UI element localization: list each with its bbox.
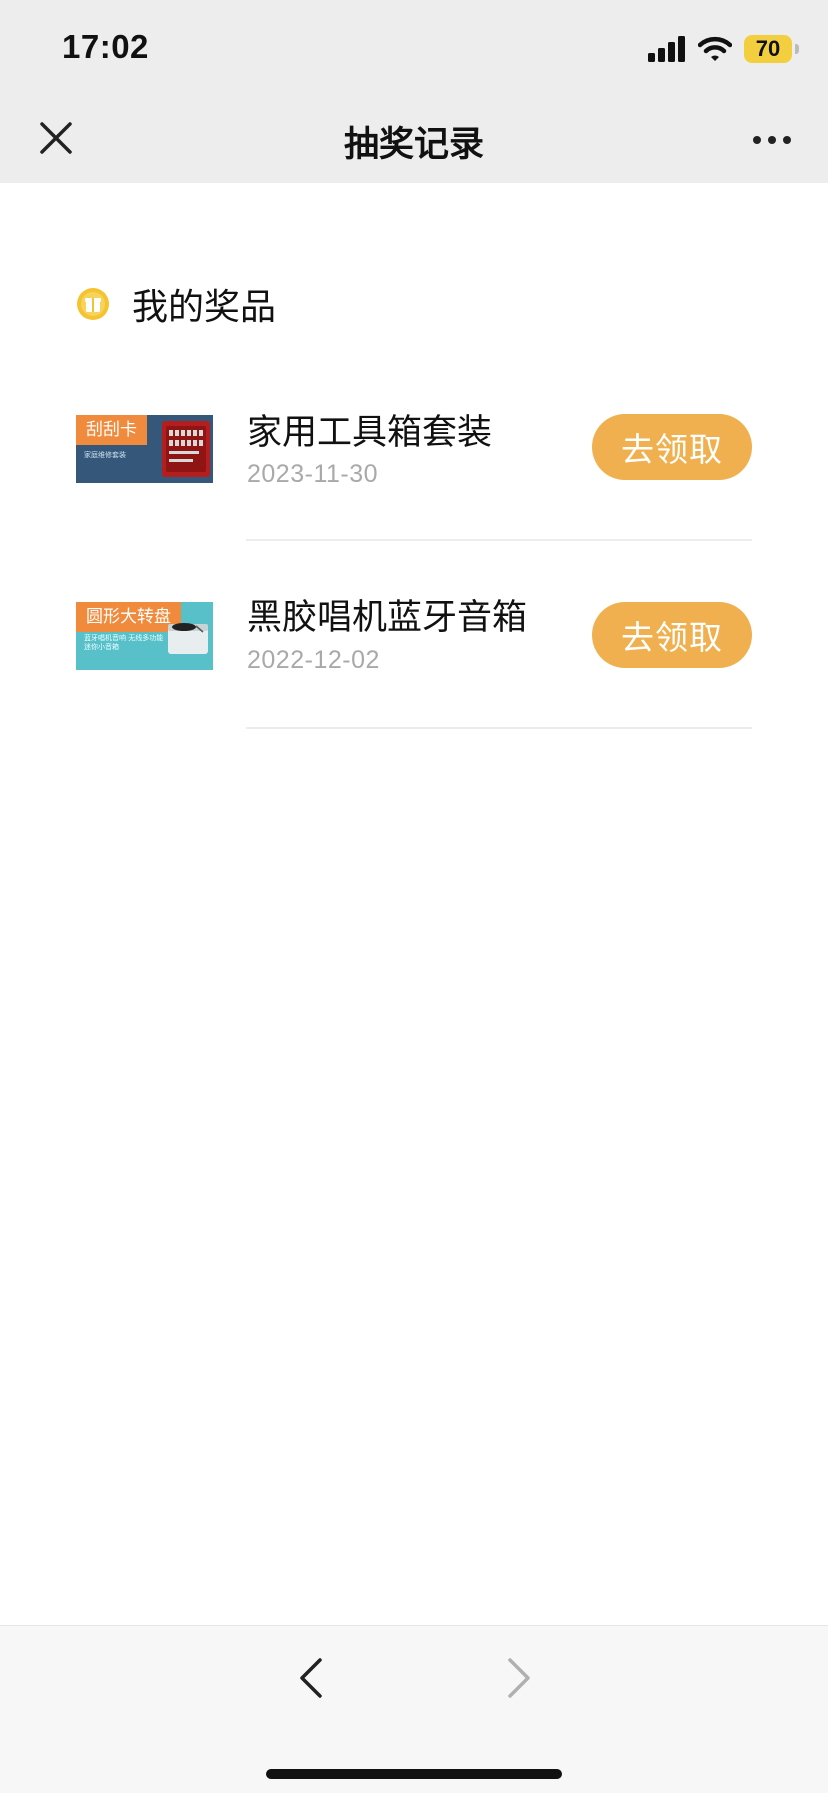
claim-button[interactable]: 去领取	[592, 602, 752, 668]
prize-item: 圆形大转盘 蓝牙唱机音响 无线多功能迷你小音箱 黑胶唱机蓝牙音箱 2022-12…	[0, 578, 828, 766]
prize-date: 2023-11-30	[247, 460, 379, 488]
prize-name: 黑胶唱机蓝牙音箱	[247, 598, 528, 638]
more-icon[interactable]	[752, 130, 792, 150]
prize-thumbnail: 圆形大转盘 蓝牙唱机音响 无线多功能迷你小音箱	[76, 602, 213, 670]
top-bar: 17:02 70 抽奖记录	[0, 0, 828, 183]
status-icons: 70	[648, 32, 799, 66]
signal-icon	[648, 36, 685, 62]
status-time: 17:02	[62, 28, 149, 65]
toolbox-image	[162, 421, 210, 477]
back-arrow-icon[interactable]	[294, 1656, 330, 1700]
section-header: 我的奖品	[76, 278, 276, 330]
forward-arrow-icon[interactable]	[500, 1656, 536, 1700]
prize-date: 2022-12-02	[247, 646, 380, 674]
thumbnail-caption: 蓝牙唱机音响 无线多功能迷你小音箱	[84, 634, 164, 651]
gift-coin-icon	[77, 288, 109, 320]
prize-name: 家用工具箱套装	[247, 413, 493, 453]
bottom-toolbar	[0, 1625, 828, 1793]
divider	[246, 539, 752, 541]
page-title: 抽奖记录	[343, 125, 484, 165]
wifi-icon	[698, 36, 732, 61]
home-indicator	[266, 1769, 562, 1779]
claim-button[interactable]: 去领取	[592, 414, 752, 480]
thumbnail-caption: 家庭维修套装	[84, 451, 126, 459]
section-title: 我的奖品	[132, 287, 277, 328]
divider	[246, 727, 752, 729]
prize-thumbnail: 刮刮卡 家庭维修套装	[76, 415, 213, 483]
prize-item: 刮刮卡 家庭维修套装 家用工具箱套装 2023-11-30 去领取	[0, 390, 828, 578]
battery-indicator: 70	[744, 35, 799, 63]
